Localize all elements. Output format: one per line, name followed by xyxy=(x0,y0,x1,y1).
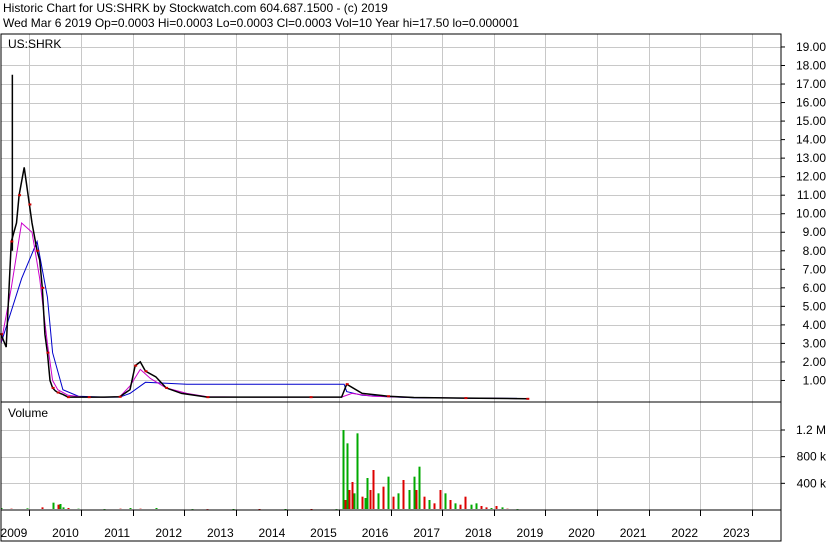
close-marker xyxy=(28,203,32,206)
close-marker xyxy=(41,286,45,289)
time-tick-label: 2015 xyxy=(310,526,337,540)
price-tick-label: 11.00 xyxy=(797,188,826,202)
close-marker xyxy=(144,370,148,373)
time-tick-label: 2013 xyxy=(207,526,234,540)
close-marker xyxy=(309,396,313,399)
volume-tick-label: 1.2 M xyxy=(796,423,826,437)
close-marker xyxy=(526,397,530,400)
price-tick-label: 3.00 xyxy=(803,336,827,350)
price-tick-label: 2.00 xyxy=(803,355,827,369)
time-tick-label: 2012 xyxy=(155,526,182,540)
price-tick-label: 9.00 xyxy=(803,225,827,239)
stock-chart: Historic Chart for US:SHRK by Stockwatch… xyxy=(0,0,830,543)
time-tick-label: 2023 xyxy=(723,526,750,540)
chart-header-line2: Wed Mar 6 2019 Op=0.0003 Hi=0.0003 Lo=0.… xyxy=(3,16,519,30)
time-tick-label: 2014 xyxy=(259,526,286,540)
time-tick-label: 2017 xyxy=(413,526,440,540)
symbol-label: US:SHRK xyxy=(8,37,61,51)
price-tick-label: 19.00 xyxy=(796,40,826,54)
close-marker xyxy=(51,386,55,389)
price-tick-label: 18.00 xyxy=(796,58,826,72)
close-marker xyxy=(118,395,122,398)
time-tick-label: 2010 xyxy=(52,526,79,540)
time-tick-label: 2019 xyxy=(517,526,544,540)
price-tick-label: 10.00 xyxy=(796,207,826,221)
price-tick-label: 17.00 xyxy=(796,77,826,91)
time-tick-label: 2021 xyxy=(620,526,647,540)
volume-tick-label: 800 k xyxy=(797,450,827,464)
close-marker xyxy=(134,364,138,367)
time-tick-label: 2016 xyxy=(362,526,389,540)
price-tick-label: 14.00 xyxy=(796,133,826,147)
price-tick-label: 16.00 xyxy=(796,96,826,110)
close-marker xyxy=(56,391,60,394)
close-marker xyxy=(18,194,22,197)
close-marker xyxy=(36,249,40,252)
time-tick-label: 2018 xyxy=(465,526,492,540)
chart-header-line1: Historic Chart for US:SHRK by Stockwatch… xyxy=(3,1,388,15)
close-marker xyxy=(87,396,91,399)
volume-label: Volume xyxy=(8,406,48,420)
close-marker xyxy=(345,383,349,386)
close-marker xyxy=(464,397,468,400)
close-marker xyxy=(387,395,390,398)
close-marker xyxy=(10,240,14,243)
close-marker xyxy=(67,396,71,399)
price-tick-label: 7.00 xyxy=(803,262,827,276)
close-marker xyxy=(46,351,50,354)
price-tick-label: 6.00 xyxy=(803,281,827,295)
price-tick-label: 1.00 xyxy=(803,373,827,387)
price-tick-label: 13.00 xyxy=(796,151,826,165)
price-tick-label: 5.00 xyxy=(803,299,827,313)
volume-tick-label: 400 k xyxy=(797,476,827,490)
chart-background xyxy=(0,0,830,543)
price-tick-label: 4.00 xyxy=(803,318,827,332)
price-tick-label: 15.00 xyxy=(796,114,826,128)
price-tick-label: 8.00 xyxy=(803,244,827,258)
time-tick-label: 2009 xyxy=(1,526,28,540)
time-tick-label: 2022 xyxy=(671,526,698,540)
time-tick-label: 2011 xyxy=(104,526,130,540)
price-tick-label: 12.00 xyxy=(796,170,826,184)
close-marker xyxy=(206,396,210,399)
time-tick-label: 2020 xyxy=(568,526,595,540)
close-marker xyxy=(165,386,169,389)
